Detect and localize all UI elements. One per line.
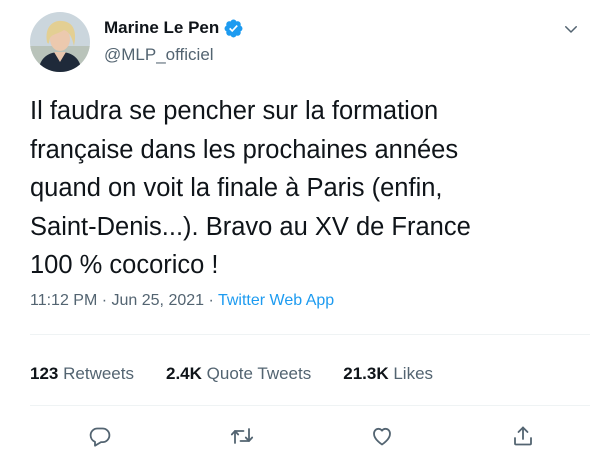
tweet-stats: 123 Retweets 2.4K Quote Tweets 21.3K Lik… — [30, 364, 433, 384]
quote-tweets-stat[interactable]: 2.4K Quote Tweets — [166, 364, 311, 384]
retweet-button[interactable] — [224, 418, 260, 454]
likes-count: 21.3K — [343, 364, 389, 383]
tweet-source-link[interactable]: Twitter Web App — [218, 292, 334, 309]
like-icon — [373, 427, 391, 446]
author-name-row: Marine Le Pen — [104, 16, 244, 40]
verified-badge-icon — [224, 19, 243, 37]
likes-label: Likes — [393, 364, 434, 383]
divider — [30, 334, 590, 335]
more-options-button[interactable] — [556, 14, 586, 44]
retweets-label: Retweets — [63, 364, 134, 383]
author-handle[interactable]: @MLP_officiel — [104, 45, 214, 65]
reply-button[interactable] — [82, 418, 118, 454]
tweet-meta: 11:12 PM · Jun 25, 2021 · Twitter Web Ap… — [30, 292, 334, 310]
likes-stat[interactable]: 21.3K Likes — [343, 364, 433, 384]
author-name[interactable]: Marine Le Pen — [104, 18, 219, 38]
chevron-down-icon — [565, 26, 577, 33]
tweet-card: Marine Le Pen @MLP_officiel Il faudra se… — [0, 0, 600, 467]
tweet-date[interactable]: Jun 25, 2021 — [112, 292, 205, 309]
reply-icon — [89, 427, 111, 447]
share-button[interactable] — [505, 418, 541, 454]
meta-separator: · — [204, 292, 218, 309]
like-button[interactable] — [364, 418, 400, 454]
quote-tweets-count: 2.4K — [165, 364, 202, 383]
tweet-text: Il faudra se pencher sur la formation fr… — [30, 97, 471, 279]
share-icon — [514, 426, 532, 446]
avatar-image — [30, 12, 90, 72]
divider — [30, 405, 590, 406]
tweet-time[interactable]: 11:12 PM — [30, 292, 97, 309]
avatar[interactable] — [30, 12, 90, 72]
retweets-stat[interactable]: 123 Retweets — [30, 364, 134, 384]
quote-tweets-label: Quote Tweets — [206, 364, 312, 383]
tweet-actions — [0, 418, 600, 454]
meta-separator: · — [97, 292, 112, 309]
retweet-icon — [230, 428, 254, 444]
retweets-count: 123 — [30, 364, 59, 383]
